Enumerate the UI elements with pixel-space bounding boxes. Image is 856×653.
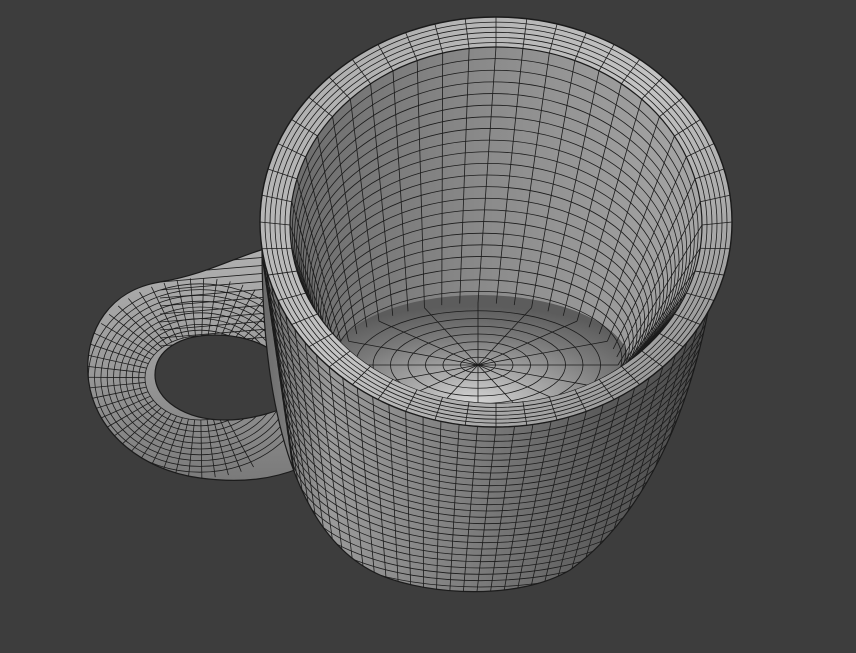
viewport-canvas[interactable] bbox=[0, 0, 856, 653]
3d-viewport[interactable] bbox=[0, 0, 856, 653]
